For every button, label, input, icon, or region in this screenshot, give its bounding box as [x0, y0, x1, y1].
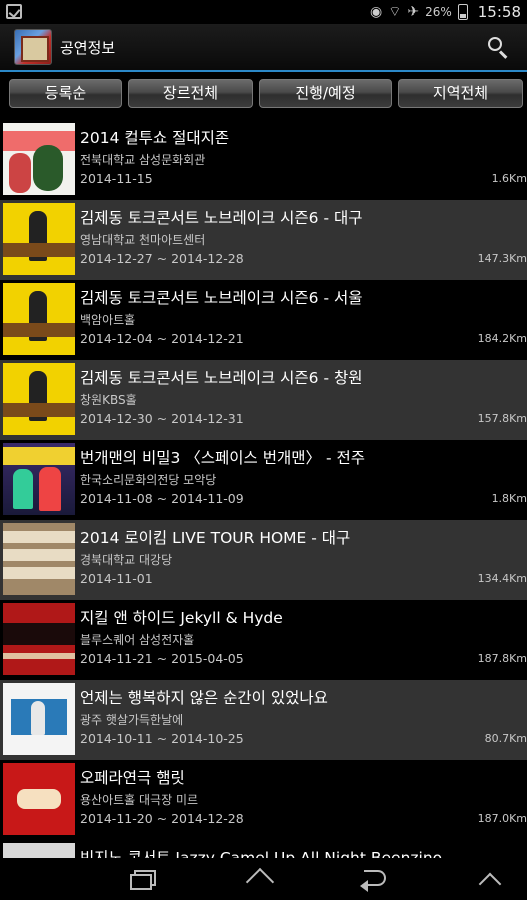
event-title: 2014 로이킴 LIVE TOUR HOME - 대구 — [80, 529, 351, 547]
event-poster — [3, 523, 75, 595]
list-item[interactable]: 빈지노 콘서트 Jazzy Camel Up All Night Beenzin… — [0, 840, 527, 858]
event-title: 언제는 행복하지 않은 순간이 있었나요 — [80, 689, 328, 707]
sort-order-button[interactable]: 등록순 — [9, 79, 122, 108]
event-list[interactable]: 2014 컬투쇼 절대지존 전북대학교 삼성문화회관 2014-11-15 1.… — [0, 120, 527, 858]
event-distance: 187.8Km — [477, 652, 527, 665]
event-poster — [3, 763, 75, 835]
event-date: 2014-12-04 ~ 2014-12-21 — [80, 331, 244, 346]
event-title: 김제동 토크콘서트 노브레이크 시즌6 - 창원 — [80, 369, 363, 387]
list-item[interactable]: 2014 컬투쇼 절대지존 전북대학교 삼성문화회관 2014-11-15 1.… — [0, 120, 527, 200]
event-distance: 1.8Km — [491, 492, 527, 505]
event-title: 김제동 토크콘서트 노브레이크 시즌6 - 대구 — [80, 209, 363, 227]
battery-icon — [457, 4, 468, 20]
event-date: 2014-11-21 ~ 2015-04-05 — [80, 651, 244, 666]
event-date: 2014-11-01 — [80, 571, 153, 586]
event-title: 김제동 토크콘서트 노브레이크 시즌6 - 서울 — [80, 289, 363, 307]
event-venue: 경북대학교 대강당 — [80, 553, 173, 567]
region-filter-button[interactable]: 지역전체 — [398, 79, 523, 108]
list-item[interactable]: 김제동 토크콘서트 노브레이크 시즌6 - 대구 영남대학교 천마아트센터 20… — [0, 200, 527, 280]
event-poster — [3, 123, 75, 195]
event-date: 2014-11-08 ~ 2014-11-09 — [80, 491, 244, 506]
event-distance: 184.2Km — [477, 332, 527, 345]
genre-filter-button[interactable]: 장르전체 — [128, 79, 253, 108]
event-date: 2014-12-27 ~ 2014-12-28 — [80, 251, 244, 266]
event-distance: 1.6Km — [491, 172, 527, 185]
event-poster — [3, 203, 75, 275]
back-icon[interactable] — [356, 866, 396, 892]
event-distance: 147.3Km — [477, 252, 527, 265]
list-item[interactable]: 김제동 토크콘서트 노브레이크 시즌6 - 창원 창원KBS홀 2014-12-… — [0, 360, 527, 440]
list-item[interactable]: 언제는 행복하지 않은 순간이 있었나요 광주 햇살가득한날에 2014-10-… — [0, 680, 527, 760]
event-title: 빈지노 콘서트 Jazzy Camel Up All Night Beenzin… — [80, 849, 443, 858]
eye-icon: ◉ — [369, 4, 383, 20]
event-title: 번개맨의 비밀3 〈스페이스 번개맨〉 - 전주 — [80, 449, 365, 467]
event-poster — [3, 683, 75, 755]
event-poster — [3, 843, 75, 858]
status-icons: ◉ ⌔ ✈ 26% 15:58 — [370, 2, 521, 22]
event-poster — [3, 283, 75, 355]
home-icon[interactable] — [240, 866, 280, 897]
list-item[interactable]: 번개맨의 비밀3 〈스페이스 번개맨〉 - 전주 한국소리문화의전당 모악당 2… — [0, 440, 527, 520]
event-date: 2014-11-15 — [80, 171, 153, 186]
event-poster — [3, 363, 75, 435]
event-distance: 187.0Km — [477, 812, 527, 825]
list-item[interactable]: 지킬 앤 하이드 Jekyll & Hyde 블루스퀘어 삼성전자홀 2014-… — [0, 600, 527, 680]
wifi-icon: ⌔ — [388, 4, 402, 20]
recent-apps-icon[interactable] — [126, 866, 166, 892]
event-venue: 한국소리문화의전당 모악당 — [80, 473, 217, 487]
page-title: 공연정보 — [60, 39, 116, 57]
list-item[interactable]: 2014 로이킴 LIVE TOUR HOME - 대구 경북대학교 대강당 2… — [0, 520, 527, 600]
event-poster — [3, 603, 75, 675]
up-chevron-icon[interactable] — [470, 866, 510, 896]
event-distance: 157.8Km — [477, 412, 527, 425]
event-poster — [3, 443, 75, 515]
event-date: 2014-11-20 ~ 2014-12-28 — [80, 811, 244, 826]
event-venue: 백암아트홀 — [80, 313, 136, 327]
battery-percent: 26% — [425, 5, 452, 19]
search-icon[interactable] — [487, 36, 511, 60]
event-title: 오페라연극 햄릿 — [80, 769, 185, 787]
checkbox-icon — [6, 4, 22, 19]
event-venue: 영남대학교 천마아트센터 — [80, 233, 206, 247]
event-title: 지킬 앤 하이드 Jekyll & Hyde — [80, 609, 283, 627]
event-venue: 광주 햇살가득한날에 — [80, 713, 184, 727]
list-item[interactable]: 오페라연극 햄릿 용산아트홀 대극장 미르 2014-11-20 ~ 2014-… — [0, 760, 527, 840]
status-bar: ◉ ⌔ ✈ 26% 15:58 — [0, 0, 527, 24]
airplane-icon: ✈ — [407, 4, 420, 20]
event-distance: 80.7Km — [484, 732, 527, 745]
event-date: 2014-12-30 ~ 2014-12-31 — [80, 411, 244, 426]
event-distance: 134.4Km — [477, 572, 527, 585]
list-item[interactable]: 김제동 토크콘서트 노브레이크 시즌6 - 서울 백암아트홀 2014-12-0… — [0, 280, 527, 360]
event-date: 2014-10-11 ~ 2014-10-25 — [80, 731, 244, 746]
event-title: 2014 컬투쇼 절대지존 — [80, 129, 230, 147]
event-venue: 블루스퀘어 삼성전자홀 — [80, 633, 195, 647]
app-bar: 공연정보 — [0, 24, 527, 70]
event-venue: 전북대학교 삼성문화회관 — [80, 153, 206, 167]
clock: 15:58 — [477, 3, 521, 21]
app-logo-icon[interactable] — [14, 29, 52, 65]
event-venue: 창원KBS홀 — [80, 393, 137, 407]
system-nav-bar — [0, 858, 527, 900]
status-filter-button[interactable]: 진행/예정 — [259, 79, 392, 108]
event-venue: 용산아트홀 대극장 미르 — [80, 793, 199, 807]
filter-bar: 등록순 장르전체 진행/예정 지역전체 — [0, 72, 527, 116]
